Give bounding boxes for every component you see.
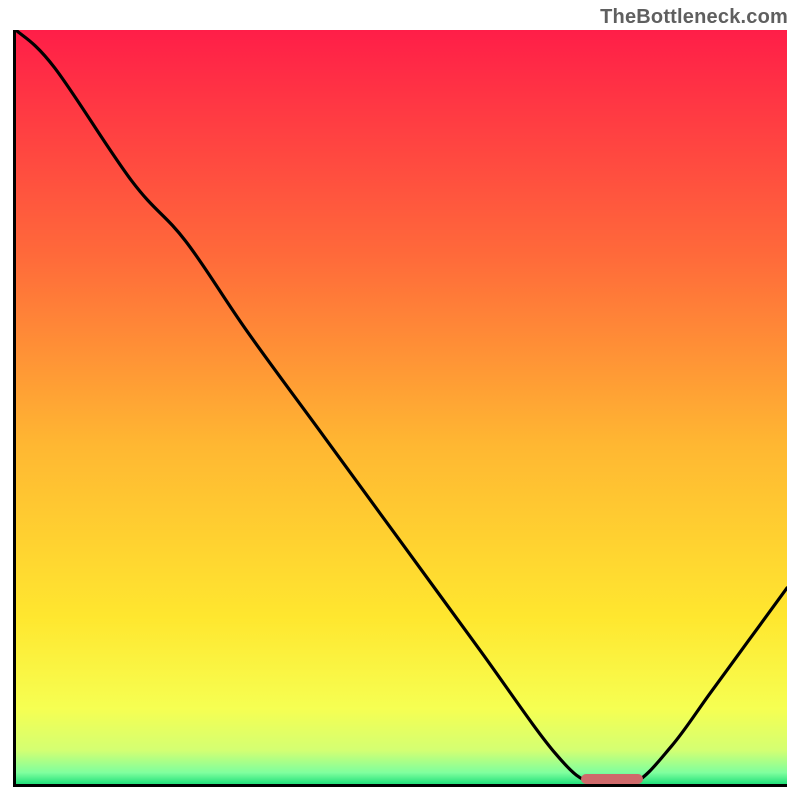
bottleneck-curve: [16, 30, 787, 784]
optimal-range-marker: [581, 774, 643, 784]
plot-area: [13, 30, 787, 787]
watermark-text: TheBottleneck.com: [600, 6, 788, 29]
chart-container: TheBottleneck.com: [0, 0, 800, 800]
